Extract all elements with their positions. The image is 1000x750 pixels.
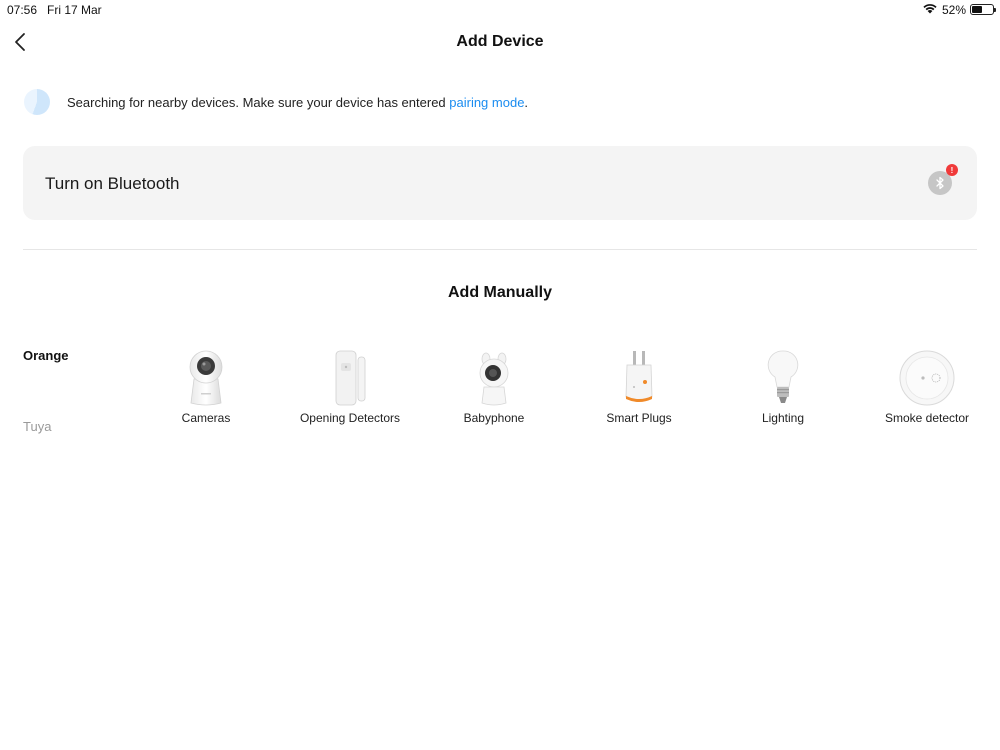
category-smoke-detector[interactable]: Smoke detector (857, 348, 997, 425)
door-sensor-icon (318, 348, 382, 408)
status-bar: 07:56 Fri 17 Mar 52% (0, 0, 1000, 20)
add-manually-title: Add Manually (447, 284, 552, 301)
category-label: Smoke detector (884, 411, 970, 425)
category-lighting[interactable]: Lighting (713, 348, 853, 425)
category-label: Lighting (761, 411, 805, 425)
search-message-suffix: . (524, 94, 529, 110)
divider (23, 249, 977, 250)
brand-tuya[interactable]: Tuya (23, 419, 51, 434)
category-label: Opening Detectors (299, 411, 401, 425)
smoke-detector-icon (895, 348, 959, 408)
category-label: Babyphone (463, 411, 525, 425)
wifi-icon (922, 2, 938, 17)
category-smart-plugs[interactable]: Smart Plugs (569, 348, 709, 425)
bluetooth-label: Turn on Bluetooth (45, 174, 180, 193)
category-opening-detectors[interactable]: Opening Detectors (280, 348, 420, 425)
header: Add Device (0, 24, 1000, 60)
category-label: Smart Plugs (606, 411, 672, 425)
loading-spinner-icon (24, 89, 50, 115)
page-title: Add Device (456, 33, 544, 50)
category-cameras[interactable]: Cameras (136, 348, 276, 425)
battery-percent: 52% (941, 2, 966, 17)
category-label: Cameras (181, 411, 231, 425)
status-date: Fri 17 Mar (47, 3, 102, 17)
search-message-text: Searching for nearby devices. Make sure … (67, 94, 450, 110)
bluetooth-icon[interactable]: ! (928, 164, 958, 195)
smart-plug-icon (607, 348, 671, 408)
status-time: 07:56 (7, 3, 38, 17)
bluetooth-card[interactable]: Turn on Bluetooth ! (23, 146, 977, 220)
brand-orange[interactable]: Orange (23, 348, 69, 363)
status-right: 52% (922, 2, 996, 17)
pairing-mode-link[interactable]: pairing mode (449, 95, 524, 110)
light-bulb-icon (751, 348, 815, 408)
camera-device-icon (174, 348, 238, 408)
search-message: Searching for nearby devices. Make sure … (67, 95, 528, 110)
category-babyphone[interactable]: Babyphone (424, 348, 564, 425)
baby-monitor-icon (462, 348, 526, 408)
search-status: Searching for nearby devices. Make sure … (24, 88, 528, 116)
battery-icon (970, 4, 996, 15)
battery-fill (972, 6, 983, 13)
bluetooth-alert-badge: ! (946, 164, 958, 176)
